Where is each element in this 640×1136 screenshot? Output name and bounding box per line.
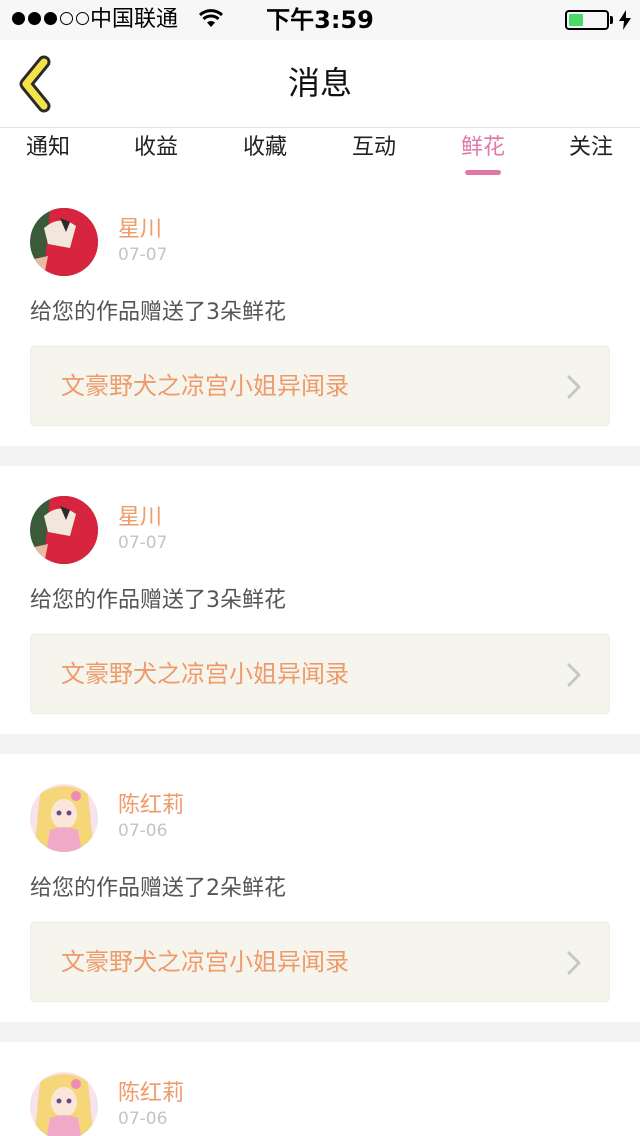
list-item: 星川 07-07 给您的作品赠送了3朵鲜花 文豪野犬之凉宫小姐异闻录 — [0, 178, 640, 446]
tab-notifications[interactable]: 通知 — [14, 134, 82, 178]
list-separator — [0, 446, 640, 466]
list-item: 陈红莉 07-06 给您的作品赠送了2朵鲜花 文豪野犬之凉宫小姐异闻录 — [0, 754, 640, 1022]
message-text: 给您的作品赠送了3朵鲜花 — [30, 300, 286, 325]
message-date: 07-06 — [118, 821, 168, 841]
tab-earnings[interactable]: 收益 — [122, 134, 190, 178]
sender-name[interactable]: 陈红莉 — [118, 792, 184, 820]
message-date: 07-07 — [118, 245, 168, 265]
active-tab-indicator — [465, 170, 501, 175]
work-link[interactable]: 文豪野犬之凉宫小姐异闻录 — [30, 346, 610, 426]
work-title: 文豪野犬之凉宫小姐异闻录 — [61, 660, 349, 688]
tab-label: 收藏 — [242, 135, 287, 160]
avatar[interactable] — [30, 784, 98, 852]
avatar[interactable] — [30, 208, 98, 276]
message-text: 给您的作品赠送了3朵鲜花 — [30, 588, 286, 613]
tab-label: 通知 — [25, 135, 70, 160]
nav-bar: 消息 — [0, 40, 640, 128]
status-bar: 中国联通 下午3:59 — [0, 0, 640, 40]
message-date: 07-07 — [118, 533, 168, 553]
list-item: 星川 07-07 给您的作品赠送了3朵鲜花 文豪野犬之凉宫小姐异闻录 — [0, 466, 640, 734]
tab-label: 鲜花 — [460, 135, 505, 160]
tab-label: 互动 — [351, 135, 396, 160]
work-link[interactable]: 文豪野犬之凉宫小姐异闻录 — [30, 634, 610, 714]
charging-bolt-icon — [619, 10, 631, 30]
tab-bar: 通知 收益 收藏 互动 鲜花 关注 — [0, 128, 640, 178]
battery-icon — [565, 10, 609, 30]
avatar[interactable] — [30, 1072, 98, 1136]
tab-following[interactable]: 关注 — [557, 134, 625, 178]
status-time: 下午3:59 — [266, 6, 374, 34]
tab-label: 收益 — [133, 135, 178, 160]
message-text: 给您的作品赠送了2朵鲜花 — [30, 876, 286, 901]
tab-favorites[interactable]: 收藏 — [231, 134, 299, 178]
work-title: 文豪野犬之凉宫小姐异闻录 — [61, 948, 349, 976]
list-separator — [0, 1022, 640, 1042]
work-title: 文豪野犬之凉宫小姐异闻录 — [61, 372, 349, 400]
battery-level — [569, 14, 584, 26]
avatar[interactable] — [30, 496, 98, 564]
sender-name[interactable]: 陈红莉 — [118, 1080, 184, 1108]
chevron-right-icon — [567, 663, 581, 687]
chevron-right-icon — [567, 951, 581, 975]
tab-interactions[interactable]: 互动 — [340, 134, 408, 178]
sender-name[interactable]: 星川 — [118, 216, 162, 244]
page-title: 消息 — [287, 64, 352, 102]
list-separator — [0, 734, 640, 754]
tab-label: 关注 — [568, 135, 613, 160]
battery-nub — [610, 16, 613, 24]
message-date: 07-06 — [118, 1109, 168, 1129]
list-item: 陈红莉 07-06 — [0, 1042, 640, 1136]
sender-name[interactable]: 星川 — [118, 504, 162, 532]
chevron-right-icon — [567, 375, 581, 399]
tab-flowers[interactable]: 鲜花 — [449, 134, 517, 178]
work-link[interactable]: 文豪野犬之凉宫小姐异闻录 — [30, 922, 610, 1002]
